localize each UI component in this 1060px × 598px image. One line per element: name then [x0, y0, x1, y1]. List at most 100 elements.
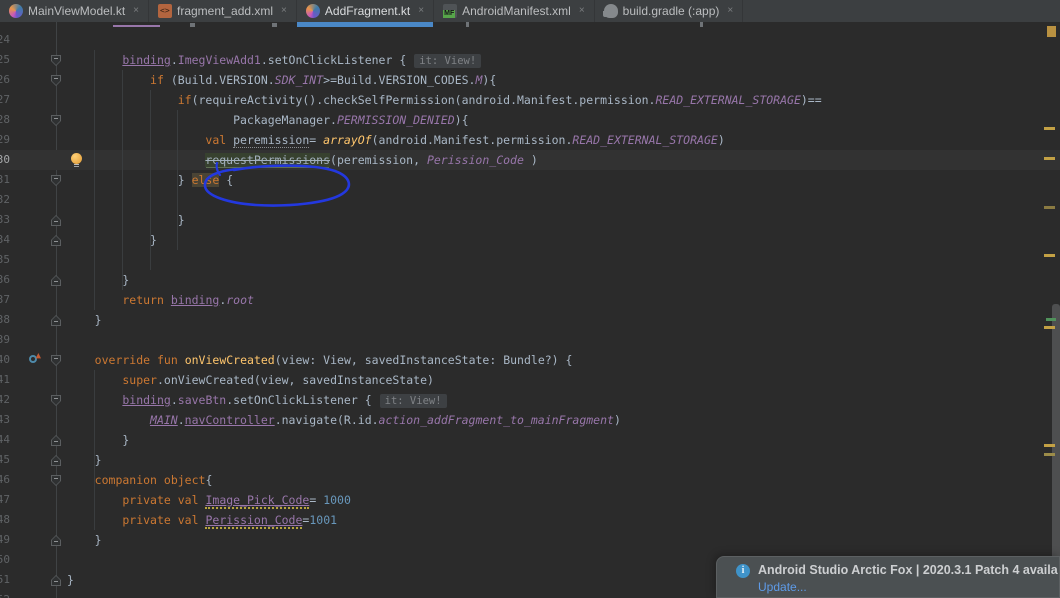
fold-open-icon[interactable]: [51, 355, 61, 366]
code-line[interactable]: 41 super.onViewCreated(view, savedInstanc…: [0, 370, 1060, 390]
error-stripe-mark[interactable]: [1044, 444, 1055, 447]
fold-close-icon[interactable]: [51, 215, 61, 226]
code-text: MAIN.navController.navigate(R.id.action_…: [150, 413, 621, 427]
code-line[interactable]: 28 PackageManager.PERMISSION_DENIED){: [0, 110, 1060, 130]
line-number: 42: [0, 393, 10, 406]
clipped-code-fragment: [113, 25, 160, 27]
indent-guide: [150, 90, 151, 270]
intention-lightbulb-icon[interactable]: [70, 153, 83, 166]
tab-build-gradle-app-[interactable]: build.gradle (:app) ×: [594, 0, 744, 22]
error-stripe-mark[interactable]: [1044, 453, 1055, 456]
fold-close-icon[interactable]: [51, 275, 61, 286]
parameter-hint-badge: it: View!: [379, 394, 447, 408]
fold-open-icon[interactable]: [51, 75, 61, 86]
tab-close-icon[interactable]: ×: [418, 6, 424, 16]
info-icon: i: [736, 564, 750, 578]
error-stripe-mark[interactable]: [1044, 127, 1055, 130]
fold-open-icon[interactable]: [51, 175, 61, 186]
code-line[interactable]: 31} else {: [0, 170, 1060, 190]
code-line[interactable]: 27 if(requireActivity().checkSelfPermissi…: [0, 90, 1060, 110]
error-stripe-mark[interactable]: [1044, 326, 1055, 329]
fold-open-icon[interactable]: [51, 395, 61, 406]
code-line[interactable]: 40 ▲ override fun onViewCreated(view: View…: [0, 350, 1060, 370]
code-line[interactable]: 32: [0, 190, 1060, 210]
tab-androidmanifest-xml[interactable]: AndroidManifest.xml ×: [434, 0, 595, 22]
code-line[interactable]: 29 val peremission= arrayOf(android.Manif…: [0, 130, 1060, 150]
tab-addfragment-kt[interactable]: AddFragment.kt ×: [296, 0, 435, 27]
code-text: }: [94, 453, 102, 467]
line-number: 50: [0, 553, 10, 566]
tab-fragment-add-xml[interactable]: fragment_add.xml ×: [149, 0, 297, 22]
code-line[interactable]: 37 return binding.root: [0, 290, 1060, 310]
fold-open-icon[interactable]: [51, 115, 61, 126]
code-text: val peremission= arrayOf(android.Manifes…: [205, 133, 725, 148]
fold-close-icon[interactable]: [51, 315, 61, 326]
code-line[interactable]: 25 binding.ImegViewAdd1.setOnClickListene…: [0, 50, 1060, 70]
code-line[interactable]: 35: [0, 250, 1060, 270]
tab-label: AndroidManifest.xml: [462, 4, 571, 18]
code-line[interactable]: 38}: [0, 310, 1060, 330]
overrides-method-icon[interactable]: ▲: [29, 352, 41, 365]
error-stripe-mark[interactable]: [1046, 318, 1056, 321]
line-number: 36: [0, 273, 10, 286]
code-editor[interactable]: 24 25 binding.ImegViewAdd1.setOnClickListe…: [0, 22, 1060, 598]
code-text: binding.ImegViewAdd1.setOnClickListener …: [122, 50, 482, 71]
update-link[interactable]: Update...: [758, 580, 807, 594]
code-line[interactable]: 42 binding.saveBtn.setOnClickListener {it…: [0, 390, 1060, 410]
code-line[interactable]: 45}: [0, 450, 1060, 470]
code-text: PackageManager.PERMISSION_DENIED){: [233, 113, 469, 127]
line-number: 27: [0, 93, 10, 106]
fold-open-icon[interactable]: [51, 55, 61, 66]
tab-mainviewmodel-kt[interactable]: MainViewModel.kt ×: [0, 0, 149, 22]
code-text: if(requireActivity().checkSelfPermission…: [177, 93, 822, 107]
fold-close-icon[interactable]: [51, 535, 61, 546]
indent-guide: [177, 110, 178, 250]
code-line[interactable]: 33}: [0, 210, 1060, 230]
kotlin-file-icon: [305, 4, 320, 18]
code-line[interactable]: 48 private val Perission_Code=1001: [0, 510, 1060, 530]
code-line[interactable]: 43 MAIN.navController.navigate(R.id.actio…: [0, 410, 1060, 430]
code-text: return binding.root: [122, 293, 254, 307]
line-number: 31: [0, 173, 10, 186]
line-number: 30: [0, 153, 10, 166]
error-stripe-mark[interactable]: [1044, 206, 1055, 209]
error-stripe-mark[interactable]: [1044, 254, 1055, 257]
line-number: 26: [0, 73, 10, 86]
code-line[interactable]: 47 private val Image_Pick_Code= 1000: [0, 490, 1060, 510]
code-text: }: [150, 233, 157, 247]
code-line[interactable]: 24: [0, 30, 1060, 50]
code-line[interactable]: 46 companion object{: [0, 470, 1060, 490]
tab-label: AddFragment.kt: [324, 4, 411, 18]
line-number: 52: [0, 590, 10, 598]
error-stripe-mark[interactable]: [1047, 26, 1056, 37]
line-number: 41: [0, 373, 10, 386]
line-number: 49: [0, 533, 10, 546]
code-line[interactable]: 30 requestPermissions(peremission, Periss…: [0, 150, 1060, 170]
error-stripe-mark[interactable]: [1044, 157, 1055, 160]
fold-open-icon[interactable]: [51, 475, 61, 486]
code-line[interactable]: 26 if (Build.VERSION.SDK_INT>=Build.VERSI…: [0, 70, 1060, 90]
fold-close-icon[interactable]: [51, 455, 61, 466]
code-line[interactable]: 34}: [0, 230, 1060, 250]
code-text: }: [94, 313, 102, 327]
code-text: }: [122, 273, 130, 287]
code-line[interactable]: 36}: [0, 270, 1060, 290]
parameter-hint-badge: it: View!: [414, 54, 482, 68]
line-number: 35: [0, 253, 10, 266]
fold-close-icon[interactable]: [51, 575, 61, 586]
fold-close-icon[interactable]: [51, 235, 61, 246]
code-text: binding.saveBtn.setOnClickListener {it: …: [122, 390, 447, 411]
gradle-file-icon: [602, 4, 618, 18]
tab-close-icon[interactable]: ×: [281, 6, 287, 16]
fold-close-icon[interactable]: [51, 435, 61, 446]
code-line[interactable]: 44}: [0, 430, 1060, 450]
code-line[interactable]: 39: [0, 330, 1060, 350]
code-line[interactable]: 49}: [0, 530, 1060, 550]
xml-file-icon: [158, 4, 172, 18]
tab-close-icon[interactable]: ×: [133, 6, 139, 16]
tab-close-icon[interactable]: ×: [579, 6, 585, 16]
line-number: 37: [0, 293, 10, 306]
tab-close-icon[interactable]: ×: [727, 6, 733, 16]
code-text: super.onViewCreated(view, savedInstanceS…: [122, 373, 434, 387]
code-text: companion object{: [94, 473, 213, 487]
